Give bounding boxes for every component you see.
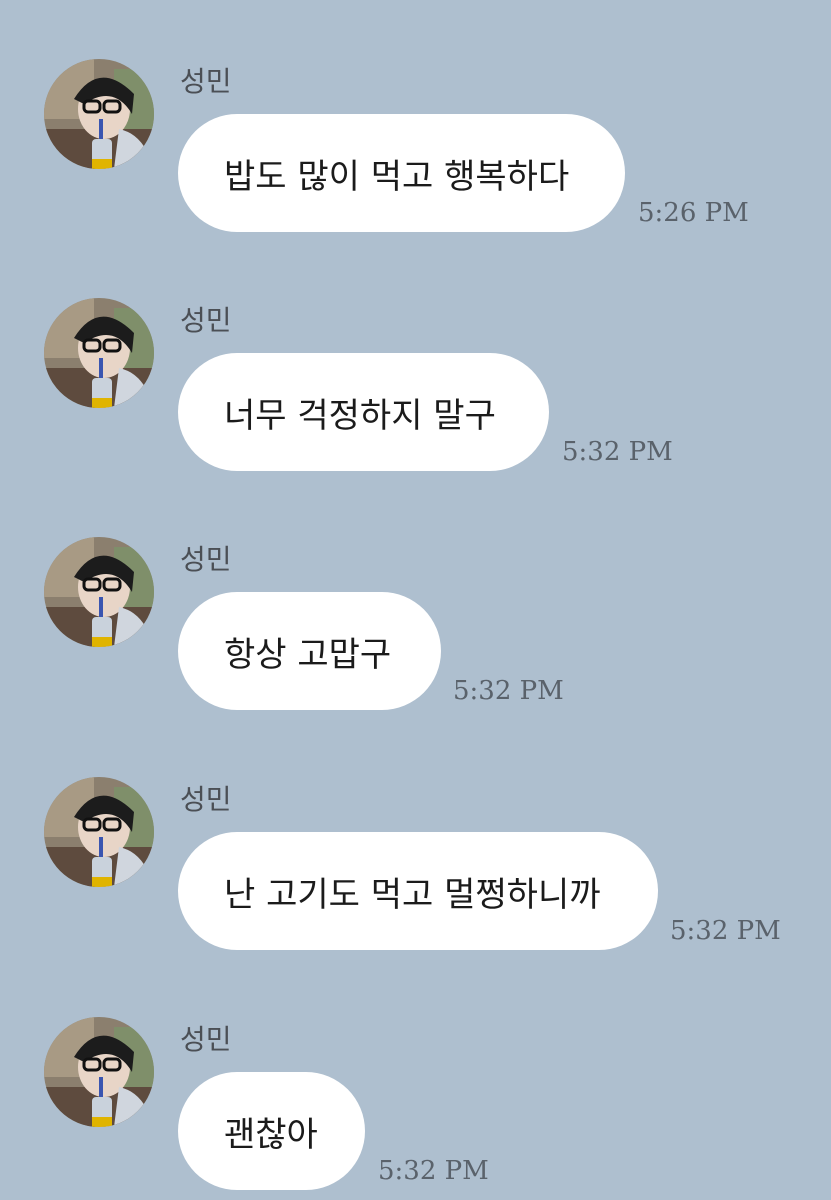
message-bubble[interactable]: 항상 고맙구 <box>178 592 441 710</box>
sender-name: 성민 <box>180 1023 232 1056</box>
avatar[interactable] <box>44 298 154 408</box>
message-text: 밥도 많이 먹고 행복하다 <box>224 156 570 197</box>
message-time: 5:32 PM <box>453 676 564 706</box>
message-bubble[interactable]: 밥도 많이 먹고 행복하다 <box>178 114 625 232</box>
message-bubble[interactable]: 괜찮아 <box>178 1072 365 1190</box>
message-bubble[interactable]: 너무 걱정하지 말구 <box>178 353 549 471</box>
message-time: 5:32 PM <box>562 437 673 467</box>
message-row: 성민 너무 걱정하지 말구 5:32 PM <box>0 239 831 471</box>
avatar[interactable] <box>44 777 154 887</box>
message-bubble[interactable]: 난 고기도 먹고 멀쩡하니까 <box>178 832 658 950</box>
message-text: 너무 걱정하지 말구 <box>224 395 496 436</box>
sender-name: 성민 <box>180 65 232 98</box>
sender-name: 성민 <box>180 304 232 337</box>
profile-photo-icon <box>44 537 154 647</box>
message-row: 성민 항상 고맙구 5:32 PM <box>0 478 831 710</box>
message-text: 항상 고맙구 <box>224 634 392 675</box>
profile-photo-icon <box>44 59 154 169</box>
message-time: 5:32 PM <box>670 916 781 946</box>
avatar[interactable] <box>44 537 154 647</box>
message-text: 난 고기도 먹고 멀쩡하니까 <box>224 874 601 915</box>
message-text: 괜찮아 <box>224 1114 318 1155</box>
sender-name: 성민 <box>180 783 232 816</box>
profile-photo-icon <box>44 777 154 887</box>
message-row: 성민 괜찮아 5:32 PM <box>0 958 831 1190</box>
profile-photo-icon <box>44 298 154 408</box>
message-time: 5:26 PM <box>638 198 749 228</box>
avatar[interactable] <box>44 1017 154 1127</box>
profile-photo-icon <box>44 1017 154 1127</box>
message-row: 성민 난 고기도 먹고 멀쩡하니까 5:32 PM <box>0 718 831 950</box>
message-time: 5:32 PM <box>378 1156 489 1186</box>
avatar[interactable] <box>44 59 154 169</box>
message-row: 성민 밥도 많이 먹고 행복하다 5:26 PM <box>0 0 831 232</box>
sender-name: 성민 <box>180 543 232 576</box>
chat-view[interactable]: 성민 밥도 많이 먹고 행복하다 5:26 PM 성민 너무 걱정하지 말구 5… <box>0 0 831 1200</box>
